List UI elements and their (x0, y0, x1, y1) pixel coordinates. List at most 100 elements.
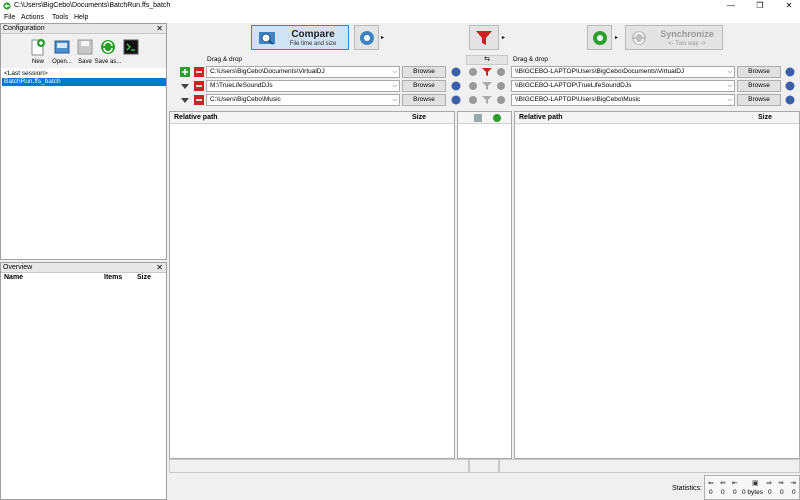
row-menu-arrow-icon-2[interactable] (180, 81, 190, 91)
right-folder-input-2[interactable]: \\BIGCEBO-LAPTOP\TrueLifeSoundDJs ⌵ (511, 80, 735, 92)
right-drag-drop-label: Drag & drop (513, 56, 549, 63)
pair-filter-icon-3[interactable] (482, 95, 492, 105)
overview-col-items[interactable]: Items (104, 274, 122, 281)
left-col-relative-path[interactable]: Relative path (174, 114, 218, 121)
menu-file[interactable]: File (4, 14, 15, 21)
chevron-down-icon[interactable]: ⌵ (727, 81, 732, 91)
left-browse-button-1[interactable]: Browse (402, 66, 446, 78)
maximize-button[interactable]: ❐ (749, 0, 771, 12)
overview-col-name[interactable]: Name (4, 274, 23, 281)
session-item-batchrun[interactable]: BatchRun.ffs_batch (2, 78, 166, 86)
menu-actions[interactable]: Actions (21, 14, 44, 21)
right-cloud-icon-3[interactable] (785, 95, 795, 105)
sync-arrows-icon (101, 40, 115, 54)
right-browse-button-1[interactable]: Browse (737, 66, 781, 78)
overview-col-size[interactable]: Size (137, 274, 151, 281)
compare-settings-button[interactable] (354, 25, 379, 50)
pair-compare-gear-icon-3[interactable] (468, 95, 478, 105)
close-button[interactable]: ✕ (778, 0, 800, 12)
left-folder-input-1[interactable]: C:\Users\BigCebo\Documents\VirtualDJ ⌵ (206, 66, 400, 78)
sync-settings-button[interactable] (587, 25, 612, 50)
right-status-cell (499, 459, 800, 473)
checkbox-column-icon[interactable] (474, 114, 482, 122)
stat-update-right: 0 (780, 489, 784, 496)
chevron-down-icon[interactable]: ⌵ (392, 95, 397, 105)
row-menu-arrow-icon-3[interactable] (180, 95, 190, 105)
stat-bytes: 0 bytes (742, 489, 763, 496)
right-browse-button-3[interactable]: Browse (737, 94, 781, 106)
save-disk-icon (77, 39, 93, 55)
green-gear-icon (593, 31, 607, 45)
pair-compare-gear-icon-1[interactable] (468, 67, 478, 77)
left-cloud-icon-2[interactable] (451, 81, 461, 91)
configuration-close-icon[interactable]: ✕ (156, 24, 163, 34)
left-browse-button-2[interactable]: Browse (402, 80, 446, 92)
left-browse-button-3[interactable]: Browse (402, 94, 446, 106)
remove-folder-pair-icon-2[interactable] (194, 81, 204, 91)
right-folder-input-1[interactable]: \\BIGCEBO-LAPTOP\Users\BigCebo\Documents… (511, 66, 735, 78)
swap-sides-button[interactable]: ⇆ (466, 55, 508, 65)
right-browse-button-2[interactable]: Browse (737, 80, 781, 92)
pair-sync-gear-icon-3[interactable] (496, 95, 506, 105)
overview-close-icon[interactable]: ✕ (156, 263, 163, 273)
right-folder-input-3[interactable]: \\BIGCEBO-LAPTOP\Users\BigCebo\Music ⌵ (511, 94, 735, 106)
chevron-down-icon[interactable]: ⌵ (727, 67, 732, 77)
delete-left-icon: ⇤ (732, 480, 738, 487)
left-cloud-icon-3[interactable] (451, 95, 461, 105)
left-status-cell (169, 459, 469, 473)
left-col-size[interactable]: Size (412, 114, 426, 121)
remove-folder-pair-icon-3[interactable] (194, 95, 204, 105)
configuration-header: Configuration ✕ (1, 24, 166, 34)
right-cloud-icon-2[interactable] (785, 81, 795, 91)
red-funnel-icon (476, 31, 492, 45)
left-cloud-icon-1[interactable] (451, 67, 461, 77)
update-right-icon: ⇛ (778, 480, 784, 487)
chevron-down-icon[interactable]: ⌵ (727, 95, 732, 105)
remove-folder-pair-icon[interactable] (194, 67, 204, 77)
right-cloud-icon-1[interactable] (785, 67, 795, 77)
chevron-down-icon[interactable]: ⌵ (392, 81, 397, 91)
overview-title: Overview (3, 264, 33, 271)
left-folder-input-2[interactable]: M:\TrueLifeSoundDJs ⌵ (206, 80, 400, 92)
overview-columns: Name Items Size (1, 273, 166, 283)
session-item-last[interactable]: <Last session> (2, 70, 166, 78)
save-as-batch-button[interactable]: Save as... (95, 36, 121, 68)
menu-tools[interactable]: Tools (52, 14, 68, 21)
data-transfer-icon: ▣ (752, 480, 759, 487)
batch-console-button[interactable] (120, 36, 142, 68)
compare-settings-arrow-icon[interactable]: ▸ (381, 34, 384, 41)
synchronize-button[interactable]: Synchronize <- Two way -> (625, 25, 723, 50)
pair-sync-gear-icon-1[interactable] (496, 67, 506, 77)
sync-action-column-icon[interactable] (493, 114, 501, 122)
sync-settings-arrow-icon[interactable]: ▸ (615, 34, 618, 41)
minimize-button[interactable]: — (720, 0, 742, 12)
compare-button[interactable]: Compare File time and size (251, 25, 349, 50)
right-col-size[interactable]: Size (758, 114, 772, 121)
add-folder-pair-icon[interactable] (180, 67, 190, 77)
sync-title: Synchronize (660, 29, 714, 39)
right-col-relative-path[interactable]: Relative path (519, 114, 563, 121)
pair-compare-gear-icon-2[interactable] (468, 81, 478, 91)
middle-grid-header (458, 112, 511, 124)
delete-right-icon: ⇥ (790, 480, 796, 487)
left-folder-input-3[interactable]: C:\Users\BigCebo\Music ⌵ (206, 94, 400, 106)
pair-sync-gear-icon-2[interactable] (496, 81, 506, 91)
left-folder-path-3: C:\Users\BigCebo\Music (210, 96, 281, 103)
filter-arrow-icon[interactable]: ▸ (502, 34, 505, 41)
left-drag-drop-label: Drag & drop (207, 56, 243, 63)
console-icon (123, 39, 139, 55)
swap-arrows-icon: ⇆ (484, 56, 490, 63)
menu-help[interactable]: Help (74, 14, 88, 21)
compare-subtitle: File time and size (289, 41, 337, 47)
chevron-down-icon[interactable]: ⌵ (392, 67, 397, 77)
middle-action-grid[interactable] (457, 111, 512, 459)
pair-filter-icon-1[interactable] (482, 67, 492, 77)
left-file-grid[interactable]: Relative path Size (169, 111, 455, 459)
middle-status-cell (469, 459, 499, 473)
filter-button[interactable] (469, 25, 499, 50)
right-file-grid[interactable]: Relative path Size (514, 111, 800, 459)
pair-filter-icon-2[interactable] (482, 81, 492, 91)
right-folder-path-1: \\BIGCEBO-LAPTOP\Users\BigCebo\Documents… (515, 68, 685, 75)
open-folder-icon (54, 40, 70, 54)
stat-create-left: 0 (709, 489, 713, 496)
